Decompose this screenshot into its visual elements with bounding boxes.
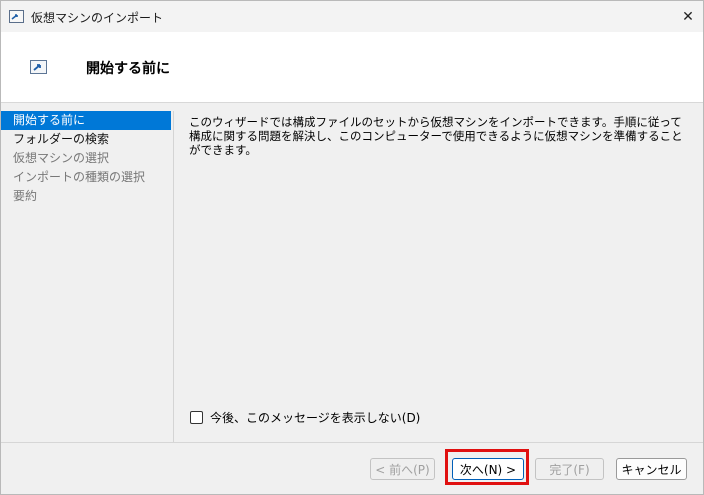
wizard-steps-sidebar: 開始する前に フォルダーの検索 仮想マシンの選択 インポートの種類の選択 要約 xyxy=(1,111,173,442)
back-button[interactable]: < 前へ(P) xyxy=(370,458,435,480)
page-title: 開始する前に xyxy=(86,61,170,77)
title-bar: 仮想マシンのインポート ✕ xyxy=(1,1,703,32)
wizard-description: このウィザードでは構成ファイルのセットから仮想マシンをインポートできます。手順に… xyxy=(189,115,683,157)
cancel-button[interactable]: キャンセル xyxy=(616,458,687,480)
hyperv-import-icon xyxy=(30,60,47,74)
next-button-highlight xyxy=(445,449,529,485)
hyperv-import-icon xyxy=(9,10,24,23)
dont-show-again-option[interactable]: 今後、このメッセージを表示しない(D) xyxy=(190,409,420,426)
finish-button[interactable]: 完了(F) xyxy=(535,458,604,480)
dont-show-again-label: 今後、このメッセージを表示しない(D) xyxy=(210,411,421,425)
dont-show-again-checkbox[interactable] xyxy=(190,411,203,424)
header-divider xyxy=(1,102,703,103)
window-title: 仮想マシンのインポート xyxy=(31,11,164,25)
sidebar-item-select-vm: 仮想マシンの選択 xyxy=(13,151,110,165)
sidebar-divider xyxy=(173,111,174,442)
close-button[interactable]: ✕ xyxy=(673,1,703,32)
sidebar-item-import-type: インポートの種類の選択 xyxy=(13,170,146,184)
wizard-header: 開始する前に xyxy=(1,32,703,102)
sidebar-item-summary: 要約 xyxy=(13,189,38,203)
sidebar-item-before-you-begin[interactable]: 開始する前に xyxy=(1,111,171,130)
import-vm-wizard-window: 仮想マシンのインポート ✕ 開始する前に 開始する前に フォルダーの検索 仮想マ… xyxy=(0,0,704,495)
footer-divider xyxy=(1,442,703,443)
close-icon: ✕ xyxy=(682,8,694,25)
sidebar-item-locate-folder[interactable]: フォルダーの検索 xyxy=(1,130,173,149)
